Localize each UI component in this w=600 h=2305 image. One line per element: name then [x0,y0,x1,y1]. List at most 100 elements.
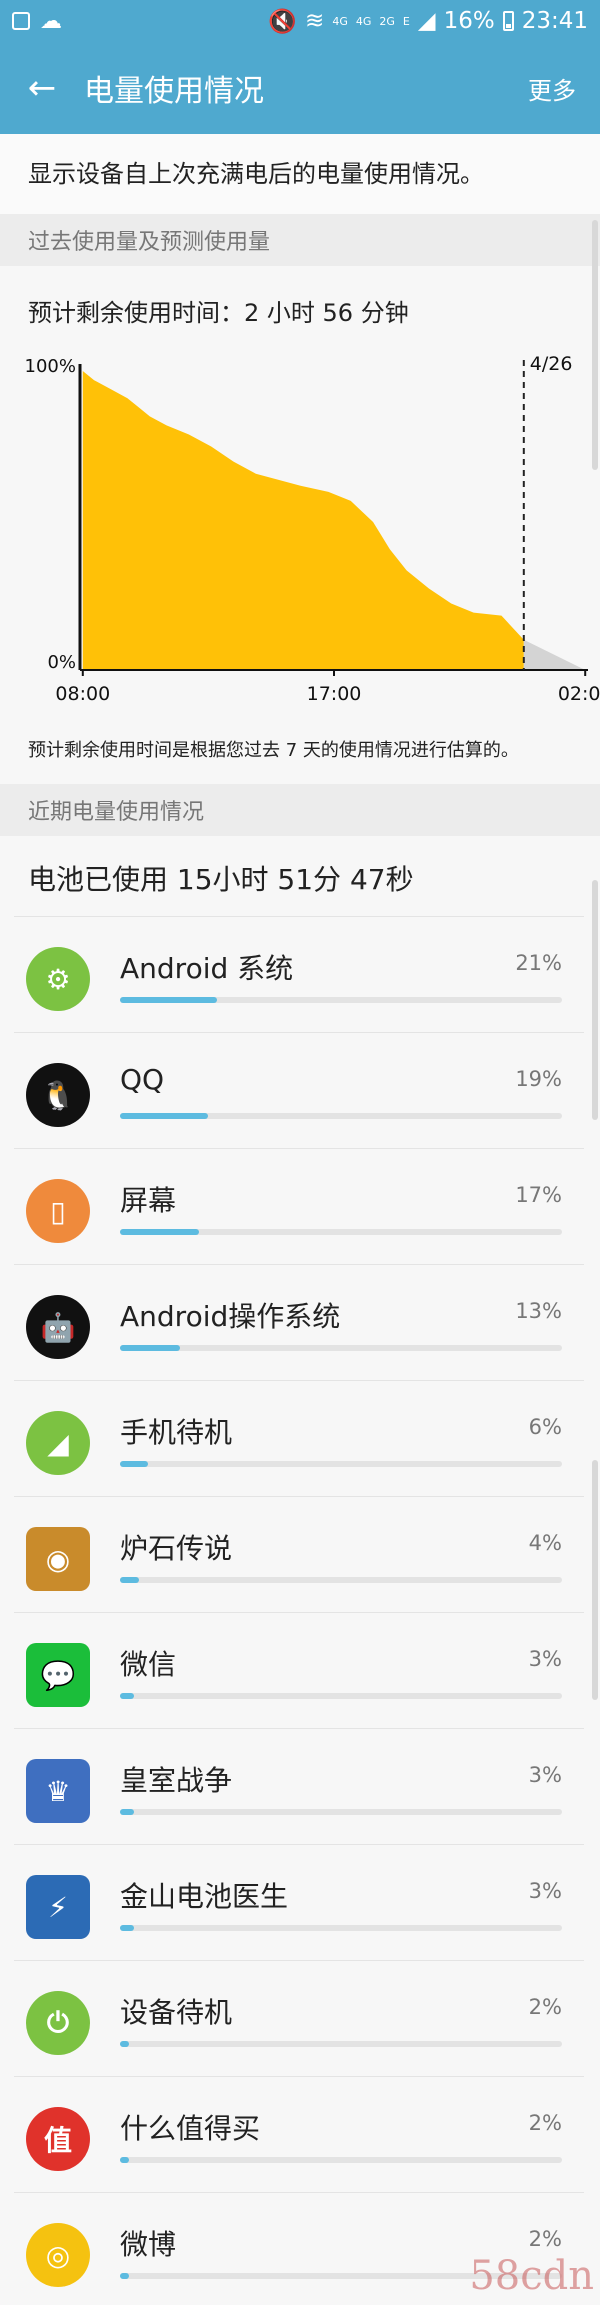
battery-history-area [82,371,524,670]
app-usage-percent: 3% [528,1879,562,1903]
app-name: 屏幕 [120,1184,177,1217]
gallery-icon [12,12,30,30]
battery-forecast-area [523,639,586,670]
app-usage-row[interactable]: ⏻ 设备待机 2% [14,1960,584,2076]
app-bar: ← 电量使用情况 更多 [0,42,600,134]
intro-text: 显示设备自上次充满电后的电量使用情况。 [0,134,600,214]
app-name: 什么值得买 [120,2112,261,2145]
app-usage-percent: 19% [515,1067,562,1091]
app-usage-row[interactable]: ◢ 手机待机 6% [14,1380,584,1496]
app-usage-row[interactable]: 💬 微信 3% [14,1612,584,1728]
app-usage-row[interactable]: ◉ 炉石传说 4% [14,1496,584,1612]
clash-royale-icon: ♛ [26,1759,90,1823]
wechat-icon: 💬 [26,1643,90,1707]
cell-signal-icon: ◢ [26,1411,90,1475]
app-usage-row[interactable]: 值什么值得买 2% [14,2076,584,2192]
usage-bar-track [120,1809,562,1815]
app-usage-row[interactable]: ♛ 皇室战争 3% [14,1728,584,1844]
app-usage-percent: 2% [528,1995,562,2019]
usage-bar-track [120,2041,562,2047]
screen-icon: ▯ [26,1179,90,1243]
usage-bar-track [120,1925,562,1931]
power-icon: ⏻ [26,1991,90,2055]
app-usage-row[interactable]: ⚙ Android 系统 21% [14,916,584,1032]
battery-used-summary: 电池已使用 15小时 51分 47秒 [28,863,414,896]
usage-bar-fill [120,1925,134,1931]
network-type-2: 4G [355,14,372,28]
smzdm-icon: 值 [26,2107,90,2171]
usage-bar-fill [120,1229,199,1235]
app-usage-percent: 4% [528,1531,562,1555]
page-title: 电量使用情况 [84,74,264,109]
x-tick-label: 08:00 [55,683,110,705]
usage-bar-fill [120,2273,130,2279]
app-usage-percent: 2% [528,2111,562,2135]
section-header-forecast: 过去使用量及预测使用量 [0,214,600,266]
more-button[interactable]: 更多 [528,71,576,106]
battery-chart: 4/26 100% 0% 08:00 17:00 02:00 [0,340,600,710]
x-tick-label: 02:00 [558,683,600,705]
app-usage-row[interactable]: 🤖 Android操作系统 13% [14,1264,584,1380]
app-name: Android操作系统 [120,1300,341,1333]
usage-bar-track [120,1577,562,1583]
scrollbar-edge-2 [592,1460,598,1700]
remaining-time-estimate: 预计剩余使用时间：2 小时 56 分钟 [28,299,409,327]
usage-bar-track [120,1461,562,1467]
watermark-logo: 58cdn [469,2253,594,2299]
y-tick-label: 0% [47,652,76,673]
qq-penguin-icon: 🐧 [26,1063,90,1127]
android-system-icon: ⚙ [26,947,90,1011]
usage-bar-fill [120,2041,130,2047]
app-name: 炉石传说 [120,1532,233,1565]
app-usage-percent: 21% [515,951,562,975]
app-name: 微博 [120,2228,177,2261]
usage-bar-track [120,1113,562,1119]
clock: 23:41 [521,8,588,34]
app-name: 设备待机 [120,1996,233,2029]
app-usage-percent: 17% [515,1183,562,1207]
hearthstone-icon: ◉ [26,1527,90,1591]
x-tick-label: 17:00 [307,683,362,705]
app-usage-percent: 6% [528,1415,562,1439]
y-tick-label: 100% [25,356,76,377]
app-usage-row[interactable]: ⚡ 金山电池医生 3% [14,1844,584,1960]
usage-bar-track [120,2157,562,2163]
usage-bar-fill [120,1577,139,1583]
app-usage-percent: 13% [515,1299,562,1323]
usage-bar-track [120,997,562,1003]
section-header-recent: 近期电量使用情况 [0,784,600,836]
network-type-4: E [402,14,410,28]
signal-icon: ◢ [417,8,436,34]
arrow-left-icon: ← [27,68,57,108]
scrollbar-edge-1 [592,880,598,1120]
battery-chart-svg: 4/26 100% 0% 08:00 17:00 02:00 [25,353,600,705]
weibo-icon: ◎ [26,2223,90,2287]
scrollbar-thumb[interactable] [592,220,598,470]
usage-bar-track [120,1693,562,1699]
battery-doctor-icon: ⚡ [26,1875,90,1939]
usage-bar-fill [120,1809,134,1815]
app-usage-percent: 3% [528,1647,562,1671]
estimate-note: 预计剩余使用时间是根据您过去 7 天的使用情况进行估算的。 [28,740,519,761]
date-marker-label: 4/26 [530,353,573,375]
app-name: Android 系统 [120,952,294,985]
android-robot-icon: 🤖 [26,1295,90,1359]
usage-bar-track [120,1229,562,1235]
usage-bar-track [120,1345,562,1351]
wifi-icon: ≋ [305,8,325,34]
app-name: 皇室战争 [120,1764,233,1797]
back-button[interactable]: ← [0,42,84,134]
usage-bar-fill [120,1345,181,1351]
usage-bar-fill [120,1113,208,1119]
battery-percent: 16% [443,8,495,34]
status-bar: ☁ 🔇 ≋ 4G 4G 2G E ◢ 16% 23:41 [0,0,600,42]
app-usage-row[interactable]: ▯ 屏幕 17% [14,1148,584,1264]
app-usage-row[interactable]: 🐧 QQ 19% [14,1032,584,1148]
app-name: QQ [120,1063,165,1096]
network-type-1: 4G [332,14,348,28]
app-name: 金山电池医生 [120,1880,289,1913]
app-name: 手机待机 [120,1416,233,1449]
network-type-3: 2G [379,14,395,28]
usage-bar-fill [120,997,218,1003]
battery-icon [502,11,514,31]
